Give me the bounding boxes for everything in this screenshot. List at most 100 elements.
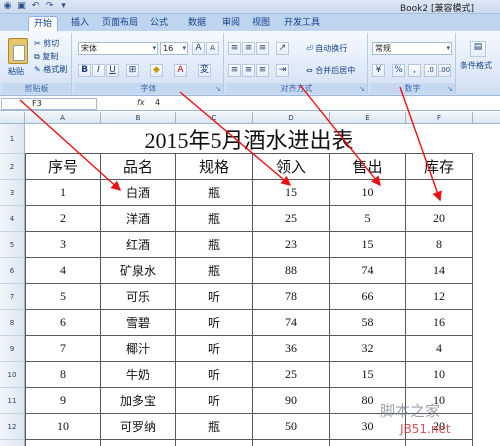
redo-icon[interactable]: ↷	[44, 1, 55, 12]
cell-name[interactable]: 可罗纳	[101, 414, 176, 440]
row-header[interactable]: 4	[0, 206, 25, 232]
row-header[interactable]: 2	[0, 154, 25, 180]
percent-button[interactable]: %	[392, 64, 405, 77]
tab-formulas[interactable]: 公式	[146, 16, 172, 31]
row-header[interactable]: 12	[0, 414, 25, 440]
cell-seq[interactable]: 6	[25, 310, 101, 336]
tab-developer[interactable]: 开发工具	[282, 16, 322, 31]
dialog-launcher-icon[interactable]: ↘	[359, 85, 365, 93]
cell-received[interactable]: 74	[253, 310, 330, 336]
tab-insert[interactable]: 插入	[66, 16, 94, 31]
header-cell-received[interactable]: 领入	[253, 154, 330, 180]
save-icon[interactable]: ▣	[16, 1, 27, 12]
grow-font-icon[interactable]: A	[192, 42, 205, 55]
header-cell-stock[interactable]: 库存	[406, 154, 473, 180]
header-cell-name[interactable]: 品名	[101, 154, 176, 180]
cell-received[interactable]: 88	[253, 258, 330, 284]
conditional-format-button[interactable]: 条件格式	[460, 61, 492, 71]
cell-stock[interactable]: 4	[406, 336, 473, 362]
cell-name[interactable]: 椰汁	[101, 336, 176, 362]
italic-button[interactable]: I	[92, 64, 105, 77]
header-cell-unit[interactable]: 规格	[176, 154, 253, 180]
row-header[interactable]: 10	[0, 362, 25, 388]
phonetic-icon[interactable]: 変	[198, 64, 211, 77]
cell-seq[interactable]: 10	[25, 414, 101, 440]
cell-sold[interactable]: 74	[330, 258, 406, 284]
select-all-corner[interactable]	[0, 112, 25, 124]
sheet-title[interactable]: 2015年5月酒水进出表	[25, 124, 473, 154]
increase-decimal-icon[interactable]: .0	[424, 64, 437, 77]
cell-unit[interactable]: 瓶	[176, 258, 253, 284]
tab-home[interactable]: 开始	[28, 16, 58, 32]
row-header[interactable]: 11	[0, 388, 25, 414]
paste-button[interactable]: 粘贴	[8, 67, 24, 77]
cell-seq[interactable]: 4	[25, 258, 101, 284]
font-size-combo[interactable]: 16 ▾	[160, 42, 188, 55]
align-bottom-icon[interactable]: ≡	[256, 42, 269, 55]
cell-name[interactable]: 红酒	[101, 232, 176, 258]
fx-icon[interactable]: fx	[137, 98, 145, 107]
cell-seq[interactable]: 2	[25, 206, 101, 232]
cell-seq[interactable]: 8	[25, 362, 101, 388]
currency-icon[interactable]: ¥	[372, 64, 385, 77]
cell-seq[interactable]: 3	[25, 232, 101, 258]
indent-icon[interactable]: ⇥	[276, 64, 289, 77]
cell-seq[interactable]: 5	[25, 284, 101, 310]
cell-stock[interactable]	[406, 180, 473, 206]
cell-received[interactable]: 23	[253, 232, 330, 258]
row-header[interactable]: 8	[0, 310, 25, 336]
merge-center-button[interactable]: ⇔ 合并后居中	[306, 66, 355, 76]
row-header[interactable]: 3	[0, 180, 25, 206]
cell-stock[interactable]: 16	[406, 310, 473, 336]
cell-received[interactable]: 25	[253, 206, 330, 232]
orientation-icon[interactable]: ↗	[276, 42, 289, 55]
paste-icon[interactable]	[8, 38, 28, 64]
align-top-icon[interactable]: ≡	[228, 42, 241, 55]
cell-name[interactable]: 白酒	[101, 180, 176, 206]
cell-received[interactable]: 50	[253, 414, 330, 440]
header-cell-seq[interactable]: 序号	[25, 154, 101, 180]
row-header[interactable]: 6	[0, 258, 25, 284]
cell-seq[interactable]: 9	[25, 388, 101, 414]
customize-dropdown-icon[interactable]: ▾	[58, 1, 69, 12]
cell-unit[interactable]: 瓶	[176, 206, 253, 232]
cell-unit[interactable]: 瓶	[176, 232, 253, 258]
row-header[interactable]: 9	[0, 336, 25, 362]
cell-stock[interactable]: 8	[406, 232, 473, 258]
cut-button[interactable]: ✂ 剪切	[34, 39, 59, 49]
office-button-icon[interactable]: ◉	[2, 1, 13, 12]
worksheet-grid[interactable]: 2015年5月酒水进出表 序号 品名 规格 领入 售出 库存 1 白酒瓶 15 10 2 洋酒瓶 25 5…	[25, 124, 500, 446]
bold-button[interactable]: B	[78, 64, 91, 77]
row-header[interactable]: 5	[0, 232, 25, 258]
cell-unit[interactable]: 听	[176, 336, 253, 362]
cell-stock[interactable]: 12	[406, 284, 473, 310]
cell-sold[interactable]: 10	[330, 180, 406, 206]
fill-color-icon[interactable]: ◆	[150, 64, 163, 77]
cell-unit[interactable]: 听	[176, 310, 253, 336]
column-header[interactable]: A	[25, 112, 101, 124]
cell-unit[interactable]: 瓶	[176, 440, 253, 446]
cell-unit[interactable]: 瓶	[176, 180, 253, 206]
tab-data[interactable]: 数据	[184, 16, 210, 31]
align-center-icon[interactable]: ≡	[242, 64, 255, 77]
cell-seq[interactable]: 11	[25, 440, 101, 446]
row-header[interactable]: 7	[0, 284, 25, 310]
font-name-combo[interactable]: 宋体 ▾	[78, 42, 158, 55]
undo-icon[interactable]: ↶	[30, 1, 41, 12]
cell-received[interactable]: 90	[253, 388, 330, 414]
cell-received[interactable]: 15	[253, 180, 330, 206]
row-header[interactable]: 1	[0, 124, 25, 154]
cell-name[interactable]: 黑牌	[101, 440, 176, 446]
cell-name[interactable]: 雪碧	[101, 310, 176, 336]
cell-received[interactable]: 78	[253, 284, 330, 310]
decrease-decimal-icon[interactable]: .00	[438, 64, 451, 77]
shrink-font-icon[interactable]: A	[206, 42, 219, 55]
cell-name[interactable]: 加多宝	[101, 388, 176, 414]
align-middle-icon[interactable]: ≡	[242, 42, 255, 55]
cell-received[interactable]: 25	[253, 362, 330, 388]
cell-name[interactable]: 可乐	[101, 284, 176, 310]
cell-sold[interactable]: 66	[330, 284, 406, 310]
tab-review[interactable]: 审阅	[218, 16, 244, 31]
comma-button[interactable]: ,	[408, 64, 421, 77]
align-left-icon[interactable]: ≡	[228, 64, 241, 77]
